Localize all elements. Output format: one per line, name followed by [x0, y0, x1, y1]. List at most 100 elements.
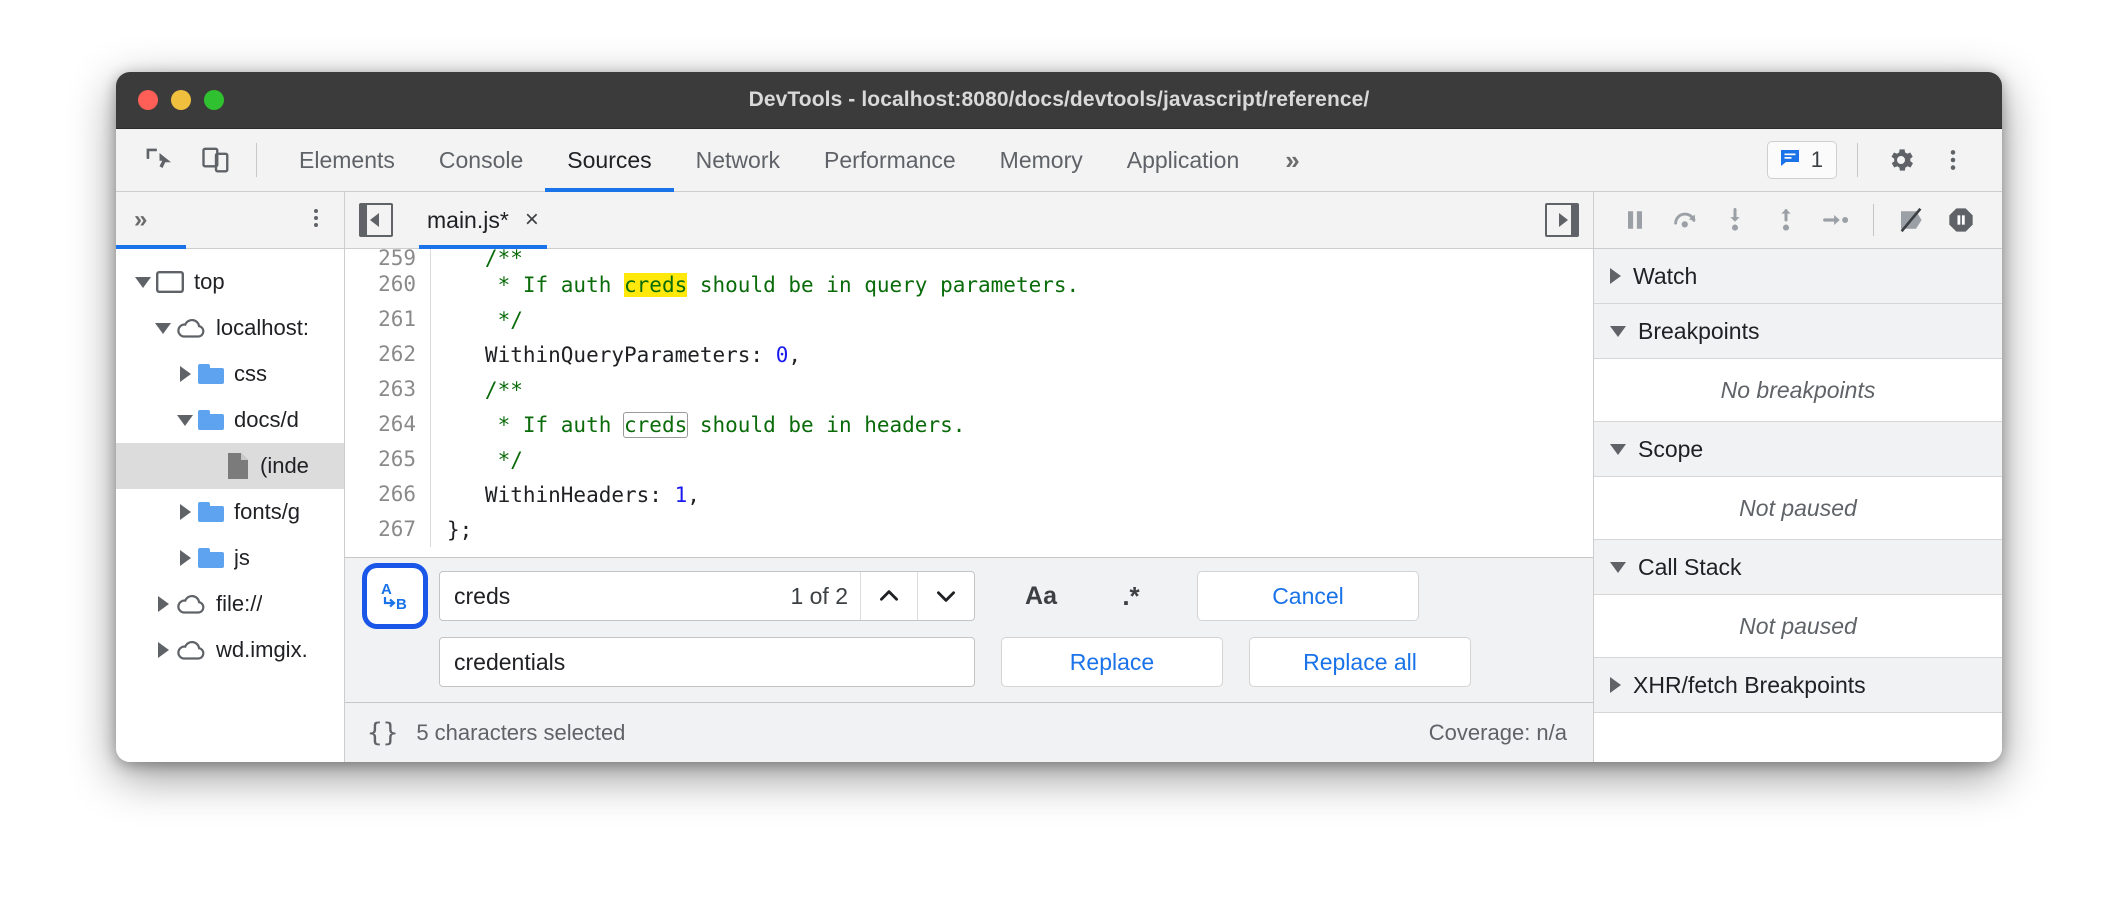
- pause-on-exceptions-icon[interactable]: [1938, 197, 1984, 243]
- section-title: XHR/fetch Breakpoints: [1633, 672, 1866, 699]
- replace-row-spacer: [367, 634, 423, 690]
- chevron-right-icon[interactable]: [150, 642, 176, 658]
- line-content: /**: [431, 249, 523, 267]
- chevron-right-icon[interactable]: [172, 504, 198, 520]
- tree-item-index[interactable]: (inde: [116, 443, 344, 489]
- section-breakpoints[interactable]: Breakpoints: [1594, 304, 2002, 359]
- tree-item-fonts[interactable]: fonts/g: [116, 489, 344, 535]
- tab-elements-label: Elements: [299, 147, 395, 174]
- gear-icon[interactable]: [1878, 137, 1924, 183]
- pretty-print-icon[interactable]: {}: [367, 718, 398, 748]
- match-count: 1 of 2: [778, 572, 860, 620]
- chevron-right-icon: [1610, 677, 1621, 693]
- line-number: 263: [345, 372, 431, 407]
- replace-input[interactable]: [440, 649, 974, 676]
- devtools-window: DevTools - localhost:8080/docs/devtools/…: [116, 72, 2002, 762]
- tab-sources[interactable]: Sources: [545, 129, 673, 191]
- code-token: /**: [447, 378, 523, 402]
- navigator-more-icon[interactable]: »: [134, 206, 147, 234]
- tree-item-label: docs/d: [234, 407, 299, 433]
- code-line: 265 */: [345, 442, 1593, 477]
- use-regex-button[interactable]: .*: [1091, 573, 1171, 619]
- more-tabs-icon[interactable]: »: [1261, 129, 1315, 191]
- zoom-button[interactable]: [204, 90, 224, 110]
- code-token: should be in query parameters.: [687, 273, 1079, 297]
- issues-button[interactable]: 1: [1767, 141, 1837, 179]
- code-token: ,: [788, 343, 801, 367]
- tab-memory[interactable]: Memory: [978, 129, 1105, 191]
- debugger-divider: [1873, 204, 1874, 236]
- tree-item-top[interactable]: top: [116, 259, 344, 305]
- section-call-stack[interactable]: Call Stack: [1594, 540, 2002, 595]
- tab-performance[interactable]: Performance: [802, 129, 978, 191]
- code-token: WithinQueryParameters:: [447, 343, 776, 367]
- folder-icon: [198, 502, 224, 522]
- line-number: 260: [345, 267, 431, 302]
- replace-button[interactable]: Replace: [1001, 637, 1223, 687]
- devtools-tool-buttons: [116, 129, 236, 191]
- section-scope[interactable]: Scope: [1594, 422, 2002, 477]
- tab-elements[interactable]: Elements: [277, 129, 417, 191]
- show-navigator-icon[interactable]: [359, 203, 393, 237]
- chevron-down-icon[interactable]: [172, 415, 198, 426]
- chevron-down-icon[interactable]: [150, 323, 176, 334]
- tree-item-file-protocol[interactable]: file://: [116, 581, 344, 627]
- navigator-header: »: [116, 192, 344, 249]
- section-watch[interactable]: Watch: [1594, 249, 2002, 304]
- chevron-right-icon[interactable]: [150, 596, 176, 612]
- code-token: */: [447, 308, 523, 332]
- search-input[interactable]: [440, 572, 778, 620]
- find-row: A B 1 of 2: [367, 568, 1577, 624]
- tree-item-localhost[interactable]: localhost:: [116, 305, 344, 351]
- more-options-icon[interactable]: [1930, 137, 1976, 183]
- inspect-element-icon[interactable]: [138, 140, 178, 180]
- tab-console[interactable]: Console: [417, 129, 545, 191]
- section-xhr-fetch-breakpoints[interactable]: XHR/fetch Breakpoints: [1594, 658, 2002, 713]
- navigator-options-icon[interactable]: [304, 206, 328, 235]
- code-token-number: 1: [675, 483, 688, 507]
- code-token: WithinHeaders:: [447, 483, 675, 507]
- editor-tabbar: main.js* ×: [345, 192, 1593, 249]
- code-line: 266 WithinHeaders: 1,: [345, 477, 1593, 512]
- cancel-button[interactable]: Cancel: [1197, 571, 1419, 621]
- show-debugger-icon[interactable]: [1545, 203, 1579, 237]
- pause-icon[interactable]: [1612, 197, 1658, 243]
- panel-tabs: Elements Console Sources Network Perform…: [277, 129, 1261, 191]
- step-over-icon[interactable]: [1662, 197, 1708, 243]
- step-out-icon[interactable]: [1762, 197, 1808, 243]
- tab-application[interactable]: Application: [1105, 129, 1262, 191]
- search-input-wrapper[interactable]: 1 of 2: [439, 571, 975, 621]
- step-icon[interactable]: [1813, 197, 1859, 243]
- toggle-replace-icon[interactable]: A B: [367, 568, 423, 624]
- debugger-sections: Watch Breakpoints No breakpoints Scope N…: [1594, 249, 2002, 762]
- code-token: should be in headers.: [687, 413, 965, 437]
- chevron-down-icon[interactable]: [130, 277, 156, 288]
- replace-all-button[interactable]: Replace all: [1249, 637, 1471, 687]
- line-content: */: [431, 448, 523, 472]
- tab-console-label: Console: [439, 147, 523, 174]
- close-button[interactable]: [138, 90, 158, 110]
- tree-item-label: file://: [216, 591, 262, 617]
- call-stack-empty-state: Not paused: [1594, 595, 2002, 658]
- window-controls: [116, 90, 224, 110]
- deactivate-breakpoints-icon[interactable]: [1888, 197, 1934, 243]
- match-case-button[interactable]: Aa: [1001, 573, 1081, 619]
- chevron-right-icon[interactable]: [172, 550, 198, 566]
- tree-item-docs[interactable]: docs/d: [116, 397, 344, 443]
- close-icon[interactable]: ×: [525, 208, 539, 232]
- chevron-up-icon[interactable]: [860, 572, 917, 620]
- tree-item-label: (inde: [260, 453, 309, 479]
- device-toolbar-icon[interactable]: [196, 140, 236, 180]
- file-tab-main-js[interactable]: main.js* ×: [419, 192, 547, 248]
- tree-item-wd-imgix[interactable]: wd.imgix.: [116, 627, 344, 673]
- replace-input-wrapper[interactable]: [439, 637, 975, 687]
- minimize-button[interactable]: [171, 90, 191, 110]
- step-into-icon[interactable]: [1712, 197, 1758, 243]
- line-content: WithinQueryParameters: 0,: [431, 343, 801, 367]
- tree-item-js[interactable]: js: [116, 535, 344, 581]
- code-editor[interactable]: 259 /** 260 * If auth creds should be in…: [345, 249, 1593, 557]
- chevron-right-icon[interactable]: [172, 366, 198, 382]
- tree-item-css[interactable]: css: [116, 351, 344, 397]
- tab-network[interactable]: Network: [674, 129, 802, 191]
- chevron-down-icon[interactable]: [917, 572, 974, 620]
